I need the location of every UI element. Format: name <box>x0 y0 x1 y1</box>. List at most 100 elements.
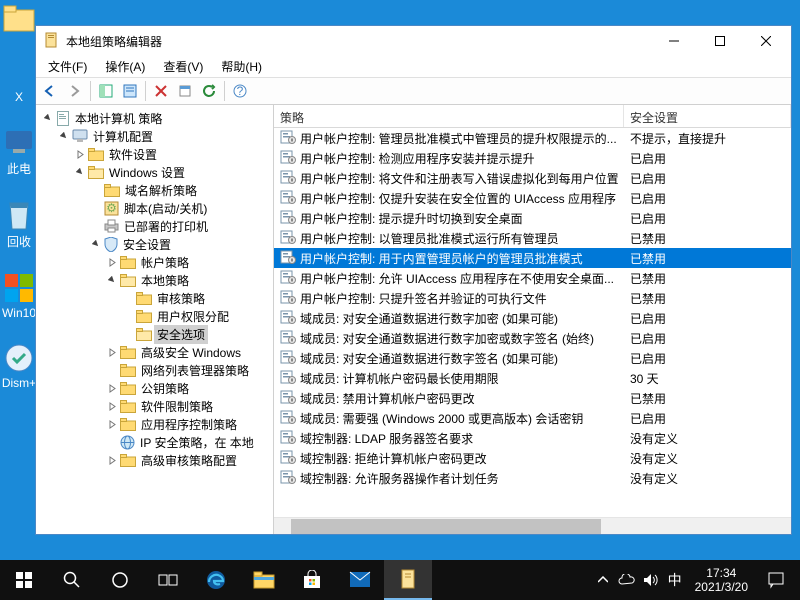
col-policy[interactable]: 策略 <box>274 105 624 127</box>
forward-button[interactable] <box>64 80 86 102</box>
menu-view[interactable]: 查看(V) <box>155 56 211 77</box>
policy-row[interactable]: 域成员: 对安全通道数据进行数字加密或数字签名 (始终)已启用 <box>274 328 791 348</box>
tree-item[interactable]: 安全设置 <box>42 235 273 253</box>
tree-pane[interactable]: 本地计算机 策略计算机配置软件设置Windows 设置域名解析策略⚙脚本(启动/… <box>36 105 274 534</box>
menu-file[interactable]: 文件(F) <box>40 56 95 77</box>
maximize-button[interactable] <box>697 26 743 56</box>
policy-row[interactable]: 域成员: 计算机帐户密码最长使用期限30 天 <box>274 368 791 388</box>
chevron-icon[interactable] <box>106 454 118 466</box>
chevron-icon[interactable] <box>42 112 54 124</box>
tree-item[interactable]: 网络列表管理器策略 <box>42 361 273 379</box>
policy-row[interactable]: 域成员: 禁用计算机帐户密码更改已禁用 <box>274 388 791 408</box>
policy-row[interactable]: 用户帐户控制: 仅提升安装在安全位置的 UIAccess 应用程序已启用 <box>274 188 791 208</box>
tree-item[interactable]: 计算机配置 <box>42 127 273 145</box>
store-icon[interactable] <box>288 560 336 600</box>
chevron-icon[interactable] <box>74 166 86 178</box>
tree-item[interactable]: 用户权限分配 <box>42 307 273 325</box>
edge-icon[interactable] <box>192 560 240 600</box>
taskview-button[interactable] <box>144 560 192 600</box>
policy-row[interactable]: 域控制器: 允许服务器操作者计划任务没有定义 <box>274 468 791 488</box>
policy-row[interactable]: 域控制器: 拒绝计算机帐户密码更改没有定义 <box>274 448 791 468</box>
ime-indicator[interactable]: 中 <box>663 560 687 600</box>
tree-item[interactable]: 高级安全 Windows <box>42 343 273 361</box>
help-button[interactable]: ? <box>229 80 251 102</box>
policy-row[interactable]: 用户帐户控制: 允许 UIAccess 应用程序在不使用安全桌面...已禁用 <box>274 268 791 288</box>
desktop-icon[interactable]: Dism+ <box>1 342 37 390</box>
tree-item[interactable]: 审核策略 <box>42 289 273 307</box>
policy-row[interactable]: 用户帐户控制: 管理员批准模式中管理员的提升权限提示的...不提示，直接提升 <box>274 128 791 148</box>
desktop-icon[interactable] <box>1 2 37 34</box>
gpedit-task[interactable] <box>384 560 432 600</box>
policy-row[interactable]: 域控制器: LDAP 服务器签名要求没有定义 <box>274 428 791 448</box>
tree-item[interactable]: 安全选项 <box>42 325 273 343</box>
tree-item[interactable]: 本地策略 <box>42 271 273 289</box>
onedrive-icon[interactable] <box>615 560 639 600</box>
policy-row[interactable]: 域成员: 对安全通道数据进行数字加密 (如果可能)已启用 <box>274 308 791 328</box>
start-button[interactable] <box>0 560 48 600</box>
policy-row[interactable]: 域成员: 需要强 (Windows 2000 或更高版本) 会话密钥已启用 <box>274 408 791 428</box>
delete-button[interactable] <box>150 80 172 102</box>
tree-item[interactable]: 软件设置 <box>42 145 273 163</box>
policy-row[interactable]: 用户帐户控制: 将文件和注册表写入错误虚拟化到每用户位置已启用 <box>274 168 791 188</box>
policy-row[interactable]: 用户帐户控制: 以管理员批准模式运行所有管理员已禁用 <box>274 228 791 248</box>
policy-icon <box>280 310 296 326</box>
policy-row[interactable]: 域成员: 对安全通道数据进行数字签名 (如果可能)已启用 <box>274 348 791 368</box>
search-button[interactable] <box>48 560 96 600</box>
list-header[interactable]: 策略 安全设置 <box>274 105 791 128</box>
chevron-icon[interactable] <box>106 382 118 394</box>
policy-row[interactable]: 用户帐户控制: 提示提升时切换到安全桌面已启用 <box>274 208 791 228</box>
policy-row[interactable]: 用户帐户控制: 只提升签名并验证的可执行文件已禁用 <box>274 288 791 308</box>
policy-icon <box>280 150 296 166</box>
tray-chevron-icon[interactable] <box>591 560 615 600</box>
tree-label: 安全设置 <box>120 235 174 254</box>
action-center-icon[interactable] <box>756 560 796 600</box>
taskbar-clock[interactable]: 17:34 2021/3/20 <box>687 566 756 594</box>
close-button[interactable] <box>743 26 789 56</box>
mail-icon[interactable] <box>336 560 384 600</box>
titlebar[interactable]: 本地组策略编辑器 <box>36 26 791 56</box>
desktop-icon[interactable]: 此电 <box>1 126 37 177</box>
tree-item[interactable]: Windows 设置 <box>42 163 273 181</box>
tree-item[interactable]: 公钥策略 <box>42 379 273 397</box>
chevron-icon[interactable] <box>74 148 86 160</box>
tree-item[interactable]: 域名解析策略 <box>42 181 273 199</box>
tree-item[interactable]: 应用程序控制策略 <box>42 415 273 433</box>
tree-item[interactable]: 帐户策略 <box>42 253 273 271</box>
policy-setting: 已禁用 <box>624 270 791 287</box>
volume-icon[interactable] <box>639 560 663 600</box>
tree-item[interactable]: 已部署的打印机 <box>42 217 273 235</box>
explorer-icon[interactable] <box>240 560 288 600</box>
tree-item[interactable]: IP 安全策略，在 本地 <box>42 433 273 451</box>
tree-item[interactable]: 高级审核策略配置 <box>42 451 273 469</box>
chevron-icon[interactable] <box>106 256 118 268</box>
export-list-button[interactable] <box>119 80 141 102</box>
policy-icon <box>280 410 296 426</box>
col-setting[interactable]: 安全设置 <box>624 105 791 127</box>
refresh-button[interactable] <box>198 80 220 102</box>
policy-row[interactable]: 用户帐户控制: 用于内置管理员帐户的管理员批准模式已禁用 <box>274 248 791 268</box>
chevron-icon[interactable] <box>106 346 118 358</box>
policy-setting: 没有定义 <box>624 430 791 447</box>
menu-action[interactable]: 操作(A) <box>97 56 153 77</box>
chevron-icon[interactable] <box>90 238 102 250</box>
minimize-button[interactable] <box>651 26 697 56</box>
properties-button[interactable] <box>174 80 196 102</box>
back-button[interactable] <box>40 80 62 102</box>
policy-row[interactable]: 用户帐户控制: 检测应用程序安装并提示提升已启用 <box>274 148 791 168</box>
tree-item[interactable]: ⚙脚本(启动/关机) <box>42 199 273 217</box>
h-scrollbar[interactable] <box>274 517 791 534</box>
show-hide-tree-button[interactable] <box>95 80 117 102</box>
chevron-icon[interactable] <box>106 418 118 430</box>
menu-help[interactable]: 帮助(H) <box>213 56 270 77</box>
tree-item[interactable]: 本地计算机 策略 <box>42 109 273 127</box>
desktop-icon[interactable]: X <box>1 56 37 104</box>
tree-item[interactable]: 软件限制策略 <box>42 397 273 415</box>
chevron-icon[interactable] <box>106 400 118 412</box>
desktop-icon[interactable]: 回收 <box>1 199 37 250</box>
list-body[interactable]: 用户帐户控制: 管理员批准模式中管理员的提升权限提示的...不提示，直接提升用户… <box>274 128 791 517</box>
chevron-icon[interactable] <box>58 130 70 142</box>
taskbar: 中 17:34 2021/3/20 <box>0 560 800 600</box>
cortana-button[interactable] <box>96 560 144 600</box>
chevron-icon[interactable] <box>106 274 118 286</box>
desktop-icon[interactable]: Win10 <box>1 272 37 320</box>
